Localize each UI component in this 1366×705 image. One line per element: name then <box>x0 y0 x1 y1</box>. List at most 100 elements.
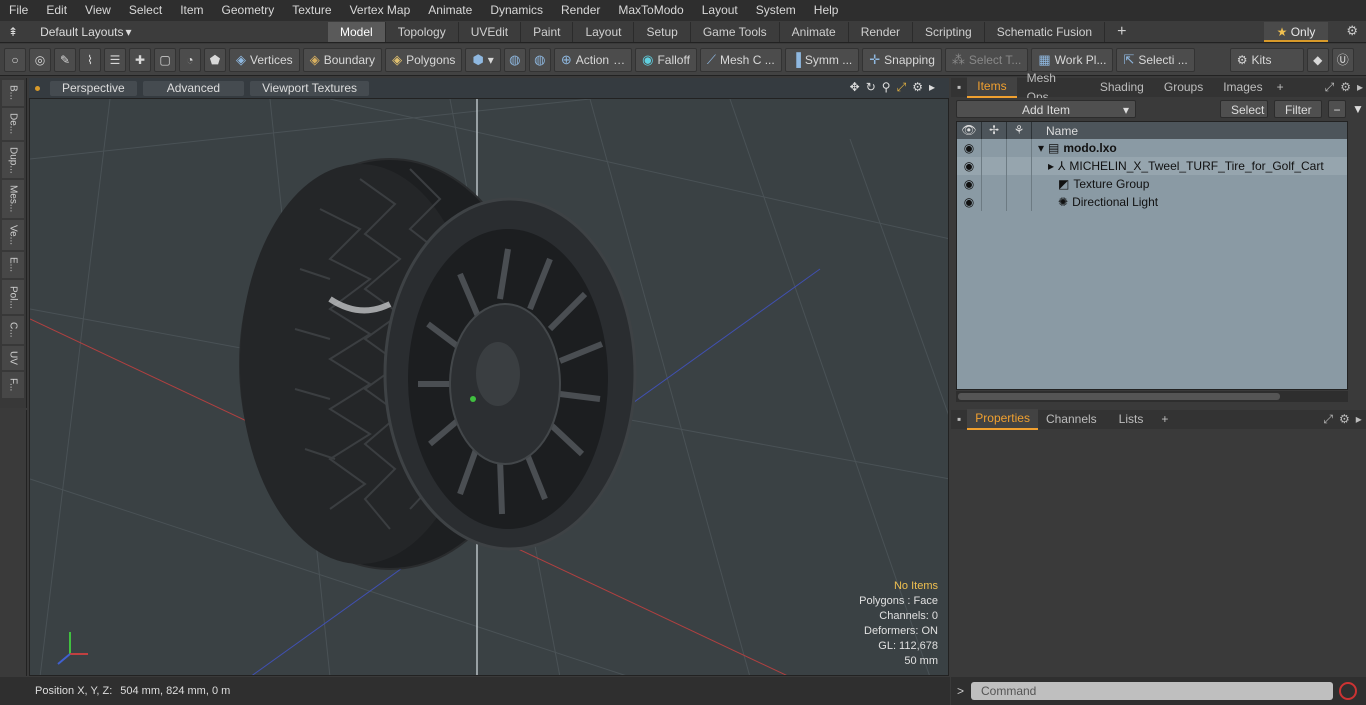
tab-layout[interactable]: Layout <box>573 22 635 42</box>
tab-render[interactable]: Render <box>849 22 914 42</box>
collapse-arrow-icon[interactable]: ▾ <box>1038 141 1044 155</box>
zoom-icon[interactable]: ⚲ <box>882 80 891 95</box>
selection-sets-button[interactable]: ⇱ Selecti ... <box>1116 47 1195 72</box>
tab-properties[interactable]: Properties <box>967 409 1038 430</box>
fit-icon[interactable]: ⤢ <box>897 80 907 95</box>
eye-icon[interactable]: ◉ <box>957 139 982 157</box>
tab-items[interactable]: Items <box>967 77 1017 98</box>
tab-model[interactable]: Model <box>328 22 386 42</box>
tab-game-tools[interactable]: Game Tools <box>691 22 780 42</box>
add-item-button[interactable]: Add Item ▾ <box>956 100 1136 118</box>
menu-view[interactable]: View <box>76 0 120 21</box>
brush-button[interactable]: ⌇ <box>79 47 101 72</box>
add-panel-tab-button[interactable]: + <box>1273 78 1288 97</box>
menu-file[interactable]: File <box>0 0 37 21</box>
lock-column-icon[interactable]: ✢ <box>982 122 1007 139</box>
left-tab-mesh[interactable]: Mes... <box>2 180 24 218</box>
left-tab-polygon[interactable]: Pol... <box>2 280 24 314</box>
viewport-gear-icon[interactable]: ⚙ <box>912 80 923 95</box>
tab-lists[interactable]: Lists <box>1105 410 1158 429</box>
left-tab-duplicate[interactable]: Dup... <box>2 142 24 178</box>
advanced-button[interactable]: Advanced <box>142 80 245 96</box>
tree-row-light[interactable]: ◉ ✺ Directional Light <box>957 193 1347 211</box>
funnel-icon[interactable]: ▼ <box>1352 102 1364 116</box>
align-button[interactable]: ☰ <box>104 47 126 72</box>
tree-row-mesh[interactable]: ◉ ▸ ⅄ MICHELIN_X_Tweel_TURF_Tire_for_Gol… <box>957 157 1347 175</box>
tab-paint[interactable]: Paint <box>521 22 574 42</box>
menu-maxtomodo[interactable]: MaxToModo <box>609 0 692 21</box>
expand-right-icon[interactable]: ▸ <box>929 80 935 95</box>
left-tab-fusion[interactable]: F... <box>2 372 24 398</box>
eye-icon[interactable]: ◉ <box>957 157 982 175</box>
sym-b-button[interactable]: ◍ <box>528 47 551 72</box>
visibility-column-icon[interactable]: 👁 <box>957 122 982 139</box>
viewport-textures-button[interactable]: Viewport Textures <box>250 80 370 96</box>
left-tab-vertex[interactable]: Ve... <box>2 220 24 250</box>
expand-arrow-icon[interactable]: ▸ <box>1048 159 1054 173</box>
type-column-icon[interactable]: ⚘ <box>1007 122 1032 139</box>
left-tab-basic[interactable]: B... <box>2 80 24 106</box>
unreal-button[interactable]: Ⓤ <box>1331 47 1354 72</box>
action-button[interactable]: ⊕ Action… <box>553 47 633 72</box>
box-button[interactable]: ▢ <box>154 47 176 72</box>
left-tab-uv[interactable]: UV <box>2 346 24 370</box>
tab-shading[interactable]: Shading <box>1090 78 1154 97</box>
select-button[interactable]: Select <box>1220 100 1268 118</box>
menu-system[interactable]: System <box>747 0 805 21</box>
perspective-button[interactable]: Perspective <box>50 80 137 96</box>
pie-button[interactable]: ◔ <box>179 47 201 72</box>
center-button[interactable]: ✚ <box>129 47 151 72</box>
vertices-button[interactable]: ◈ Vertices <box>229 47 300 72</box>
sym-a-button[interactable]: ◍ <box>503 47 526 72</box>
mesh-constraints-button[interactable]: ⟋ Mesh C ... <box>699 47 782 72</box>
menu-select[interactable]: Select <box>120 0 171 21</box>
left-tab-edge[interactable]: E... <box>2 252 24 278</box>
scroll-thumb[interactable] <box>958 393 1280 400</box>
menu-vertex-map[interactable]: Vertex Map <box>341 0 420 21</box>
properties-gear-icon[interactable]: ⚙ <box>1336 410 1353 429</box>
item-mode-button[interactable]: ⬢ ▾ <box>465 47 501 72</box>
kits-button[interactable]: ⚙ Kits <box>1229 47 1304 72</box>
tree-row-modo[interactable]: ◉ ▾ ▤ modo.lxo <box>957 139 1347 157</box>
record-icon[interactable] <box>1339 682 1357 700</box>
tab-groups[interactable]: Groups <box>1154 78 1213 97</box>
menu-animate[interactable]: Animate <box>419 0 481 21</box>
menu-layout[interactable]: Layout <box>693 0 747 21</box>
left-tab-deform[interactable]: De... <box>2 108 24 140</box>
gear-icon[interactable]: ⚙ <box>1346 23 1358 39</box>
left-tab-curve[interactable]: C... <box>2 316 24 344</box>
maximize-icon[interactable]: ⤢ <box>1320 410 1336 429</box>
panel-menu-icon[interactable]: ▪ <box>951 78 967 97</box>
3d-viewport[interactable]: No Items Polygons : Face Channels: 0 Def… <box>29 98 949 676</box>
items-arrow-icon[interactable]: ▸ <box>1354 78 1366 97</box>
unity-button[interactable]: ◆ <box>1306 47 1329 72</box>
boundary-button[interactable]: ◈ Boundary <box>302 47 383 72</box>
menu-render[interactable]: Render <box>552 0 609 21</box>
snapping-button[interactable]: ✛ Snapping <box>862 47 942 72</box>
add-tab-button[interactable]: + <box>1105 22 1138 42</box>
symmetry-button[interactable]: ▐ Symm ... <box>784 47 860 72</box>
menu-help[interactable]: Help <box>805 0 848 21</box>
move-icon[interactable]: ✥ <box>850 80 860 95</box>
tab-channels[interactable]: Channels <box>1038 410 1105 429</box>
items-gear-icon[interactable]: ⚙ <box>1337 78 1354 97</box>
layouts-selector[interactable]: ⇞ Default Layouts ▾ <box>8 21 131 43</box>
tree-horizontal-scrollbar[interactable] <box>956 391 1348 402</box>
menu-item[interactable]: Item <box>171 0 212 21</box>
tab-images[interactable]: Images <box>1213 78 1272 97</box>
menu-edit[interactable]: Edit <box>37 0 76 21</box>
menu-texture[interactable]: Texture <box>283 0 340 21</box>
maximize-icon[interactable]: ⤢ <box>1322 78 1338 97</box>
tab-topology[interactable]: Topology <box>386 22 459 42</box>
menu-dynamics[interactable]: Dynamics <box>481 0 552 21</box>
only-button[interactable]: ★ Only <box>1264 22 1328 42</box>
circle-select-button[interactable]: ○ <box>4 47 26 72</box>
tab-schematic-fusion[interactable]: Schematic Fusion <box>985 22 1106 42</box>
polygons-button[interactable]: ◈ Polygons <box>385 47 463 72</box>
tab-setup[interactable]: Setup <box>634 22 691 42</box>
eye-icon[interactable]: ◉ <box>957 175 982 193</box>
tab-uvedit[interactable]: UVEdit <box>459 22 522 42</box>
collapse-button[interactable]: − <box>1328 100 1346 118</box>
panel-menu-icon[interactable]: ▪ <box>951 410 967 429</box>
tree-row-texture-group[interactable]: ◉ ◩ Texture Group <box>957 175 1347 193</box>
